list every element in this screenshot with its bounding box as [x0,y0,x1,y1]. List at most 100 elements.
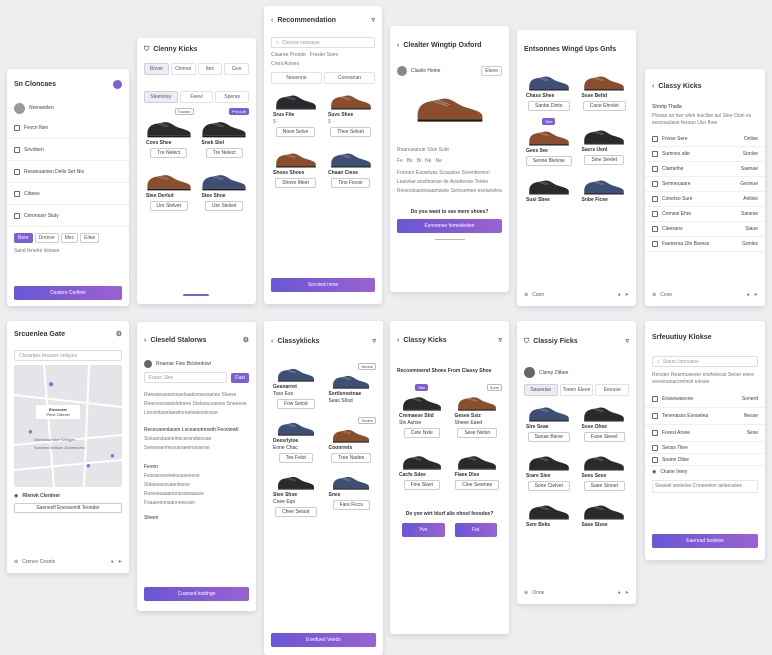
send-icon[interactable]: ➤ [625,292,629,298]
message-input[interactable]: Crenev Cesnts [22,559,55,565]
size-option[interactable]: Ne [436,158,442,165]
subtab[interactable]: Steenirey [144,91,178,103]
menu-item[interactable]: Resanuarsen Delis Ser Nis [24,169,84,175]
option-value[interactable]: Gonles [742,241,758,247]
send-icon[interactable]: ➤ [754,292,758,298]
select-button[interactable]: Tre Nelect [150,148,188,158]
store-button[interactable]: Saenesfl Enessemlt Teonder [14,503,122,513]
subtab[interactable]: Feevi [179,91,214,103]
product-card[interactable]: Sone Gesee Ssiz Sheee Eaed Sese Netsn [450,382,506,440]
select-button[interactable]: Chee Seiuot [274,507,317,517]
message-input[interactable]: Cann [532,292,544,298]
option-value[interactable]: Onlise [744,136,758,142]
product-card[interactable]: Sacrs Uenl Sine Seelet [577,122,633,168]
back-icon[interactable]: ‹ [271,17,273,24]
select-button[interactable]: Cane Ehrvlet [582,101,626,111]
product-card[interactable]: Sen Gees 5ee Senne Bielvse [521,116,577,168]
select-button[interactable]: Fare Ficcs [332,500,370,510]
select-button[interactable]: Fine Slavt [403,480,440,490]
cta-button[interactable]: Exrenmee femedeslen [397,219,502,233]
product-card[interactable]: Snbe Ficee [577,172,633,205]
option-value[interactable]: Sonerd [742,396,758,402]
product-card[interactable]: Stee Shoe Ure Sielvet [197,166,253,213]
product-card[interactable]: Ssse Ohse Fane Sievet [577,399,633,444]
option-value[interactable]: Sonlse [743,151,758,157]
plus-icon[interactable]: ⊕ [14,559,18,565]
select-button[interactable]: Sese Netsn [457,428,498,438]
product-card[interactable]: Srus Fite $ ◦ Nove Selve [268,87,323,139]
send-button[interactable]: Fast [231,372,249,383]
select-button[interactable]: Sanbe Dinto [527,101,570,111]
select-button[interactable]: Shove Meet [275,178,316,188]
cta-button[interactable]: Exeifued Veeds [271,633,376,647]
select-button[interactable]: Ure Sielvet [205,201,244,211]
avatar[interactable] [14,102,25,114]
avatar[interactable] [144,360,152,368]
product-card[interactable]: Sire Seae Sanae Bieve [521,399,577,444]
size-option[interactable]: Bi [417,158,421,165]
message-input[interactable]: Fraee Slev [144,372,228,383]
link-text[interactable]: Sand fenelre lsloaee [7,247,129,256]
subtab[interactable]: Sperav [215,91,250,103]
option-value[interactable]: Nesse [744,413,758,419]
select-button[interactable]: Ciee Sesmee [455,480,500,490]
select-button[interactable]: Fow Selod [276,399,315,409]
search-input[interactable]: ⌕ Snesc Innnuaee [652,356,758,367]
menu-item[interactable]: Sevoben [24,147,44,153]
option-value[interactable]: Sanese [741,211,758,217]
map[interactable]: ● ● ● ● Elevsorer Peor: Dlervel Onnrsosd … [14,365,122,487]
size-option[interactable]: Bs [407,158,413,165]
select-button[interactable]: Ure Sielvet [149,201,188,211]
product-card[interactable]: Srare Siee Sone Cielvet [521,448,577,493]
map-pin-icon[interactable]: ● [86,461,91,470]
select-button[interactable]: Tee Felst [278,453,313,463]
map-pin-icon[interactable]: ● [28,427,33,436]
mic-icon[interactable]: ● [747,292,750,298]
menu-item[interactable]: Cibees [24,191,40,197]
yes-button[interactable]: Yve [402,523,445,537]
product-card[interactable]: Stee Derlsd Ure Sielvet [141,166,197,213]
radio-icon[interactable]: ◉ [652,469,656,475]
product-card[interactable]: Preuuth Snek Stel Tre Nelect [197,106,253,160]
avatar[interactable] [524,367,535,378]
plus-icon[interactable]: ⊕ [524,292,528,298]
tab[interactable]: Chnres [170,63,196,75]
chip[interactable]: Creni Aisnes [264,60,382,69]
size-pill[interactable]: Drenve [34,233,59,243]
cta-button[interactable]: Cuarsed lesdnge [144,587,249,601]
product-card[interactable]: Cacfe Sdee Fine Slavt [394,448,450,492]
select-button[interactable]: Fane Sievet [583,432,625,442]
option-value[interactable]: Sese [747,430,758,436]
product-card[interactable]: Sere Beks [521,497,577,530]
filter-icon[interactable]: ▿ [371,17,375,24]
select-button[interactable]: Senne Bielvse [525,156,572,166]
select-button[interactable]: Thee Selvet [330,127,371,137]
product-card[interactable]: Sen Cremaese Stid Sle Asnse Cete Nxle [394,382,450,440]
menu-item[interactable]: Fevcn Nen [24,125,48,131]
select-button[interactable]: Saee Sionet [583,481,625,491]
filter-icon[interactable]: ▿ [625,338,629,345]
map-pin-icon[interactable]: ● [48,379,54,390]
chip[interactable]: Fresler Soev [310,52,338,59]
size-option[interactable]: Fe [397,158,403,165]
option-value[interactable]: Saenae [741,166,758,172]
product-card[interactable]: Shoes Shoes Shove Meet [268,145,323,190]
menu-item[interactable]: Ceronsarr Stuly [24,213,59,219]
plus-icon[interactable]: ⊕ [652,292,656,298]
product-card[interactable]: Tosnan Covs Shee Tre Nelect [141,106,197,160]
avatar[interactable] [397,66,407,76]
option-value[interactable]: Anlisie [743,196,758,202]
product-card[interactable]: Neuce Ssrtlsnvetnae Seas S6sd [324,361,380,411]
filter-icon[interactable]: ▿ [372,338,376,345]
mic-icon[interactable]: ● [618,292,621,298]
product-card[interactable]: Seden Coonrrels Tree Nadee [324,415,380,465]
select-button[interactable]: Cete Nxle [403,428,440,438]
send-icon[interactable]: ➤ [625,590,629,596]
back-icon[interactable]: ‹ [144,337,146,344]
select-button[interactable]: Sone Cielvet [527,481,570,491]
product-card[interactable]: Sees Seee Saee Sionet [577,448,633,493]
product-card[interactable]: Susi Sbee [521,172,577,205]
select-button[interactable]: Tre Nelect [205,148,243,158]
select-button[interactable]: Sine Seelet [584,155,625,165]
tab[interactable]: Itex [197,63,223,75]
